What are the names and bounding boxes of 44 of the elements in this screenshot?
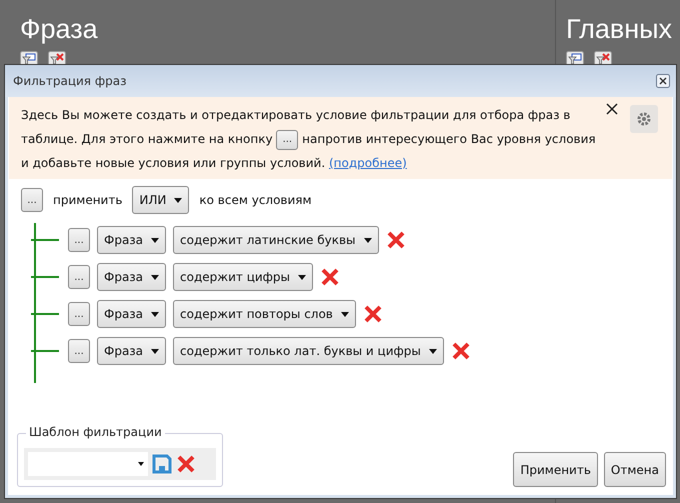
- caret-icon: [428, 348, 437, 354]
- operator-dropdown[interactable]: ИЛИ: [132, 186, 190, 214]
- more-button[interactable]: ...: [21, 188, 43, 212]
- save-icon[interactable]: [152, 454, 172, 474]
- delete-icon[interactable]: [320, 267, 340, 287]
- field-dropdown[interactable]: Фраза: [97, 263, 166, 291]
- settings-icon[interactable]: [630, 105, 658, 133]
- close-icon[interactable]: [656, 74, 670, 88]
- condition-dropdown[interactable]: содержит латинские буквы: [173, 226, 378, 254]
- close-icon[interactable]: [606, 103, 618, 115]
- caret-icon: [340, 312, 349, 316]
- group-legend: Шаблон фильтрации: [26, 425, 165, 439]
- details-link[interactable]: (подробнее): [328, 156, 407, 170]
- window-title: Фильтрация фраз: [13, 74, 126, 88]
- more-button[interactable]: ...: [68, 228, 90, 252]
- delete-icon[interactable]: [362, 304, 383, 324]
- field-dropdown[interactable]: Фраза: [97, 337, 166, 365]
- scope-label: ко всем условиям: [199, 193, 312, 207]
- more-button[interactable]: ...: [68, 265, 90, 289]
- caret-icon: [151, 274, 160, 280]
- more-button[interactable]: ...: [68, 302, 90, 326]
- caret-icon: [364, 238, 372, 242]
- apply-button[interactable]: Применить: [513, 452, 598, 487]
- more-button[interactable]: ...: [276, 130, 298, 150]
- more-button[interactable]: ...: [68, 339, 90, 363]
- caret-icon: [151, 312, 160, 316]
- caret-icon: [151, 238, 160, 242]
- caret-icon: [138, 462, 144, 466]
- condition-dropdown[interactable]: содержит только лат. буквы и цифры: [173, 337, 444, 365]
- delete-icon[interactable]: [176, 454, 196, 474]
- field-dropdown[interactable]: Фраза: [97, 300, 166, 328]
- condition-dropdown[interactable]: содержит цифры: [173, 263, 314, 291]
- condition-dropdown[interactable]: содержит повторы слов: [173, 300, 356, 328]
- caret-icon: [174, 198, 182, 202]
- info-text: Здесь Вы можете создать и отредактировать условие фильтрации для отбора фраз в таблице. Для этого нажмите на кнопку ... напротив интересующего Вас уровня условия и добавьте новые условия или группы условий. (подробнее): [21, 107, 597, 172]
- panel-title: Главных: [566, 14, 672, 45]
- apply-label: применить: [53, 193, 122, 207]
- delete-icon[interactable]: [450, 341, 471, 361]
- delete-icon[interactable]: [386, 230, 406, 250]
- cancel-button[interactable]: Отмена: [604, 452, 666, 487]
- caret-icon: [298, 274, 306, 280]
- panel-title: Фраза: [20, 14, 98, 45]
- caret-icon: [151, 348, 160, 354]
- field-dropdown[interactable]: Фраза: [97, 226, 166, 254]
